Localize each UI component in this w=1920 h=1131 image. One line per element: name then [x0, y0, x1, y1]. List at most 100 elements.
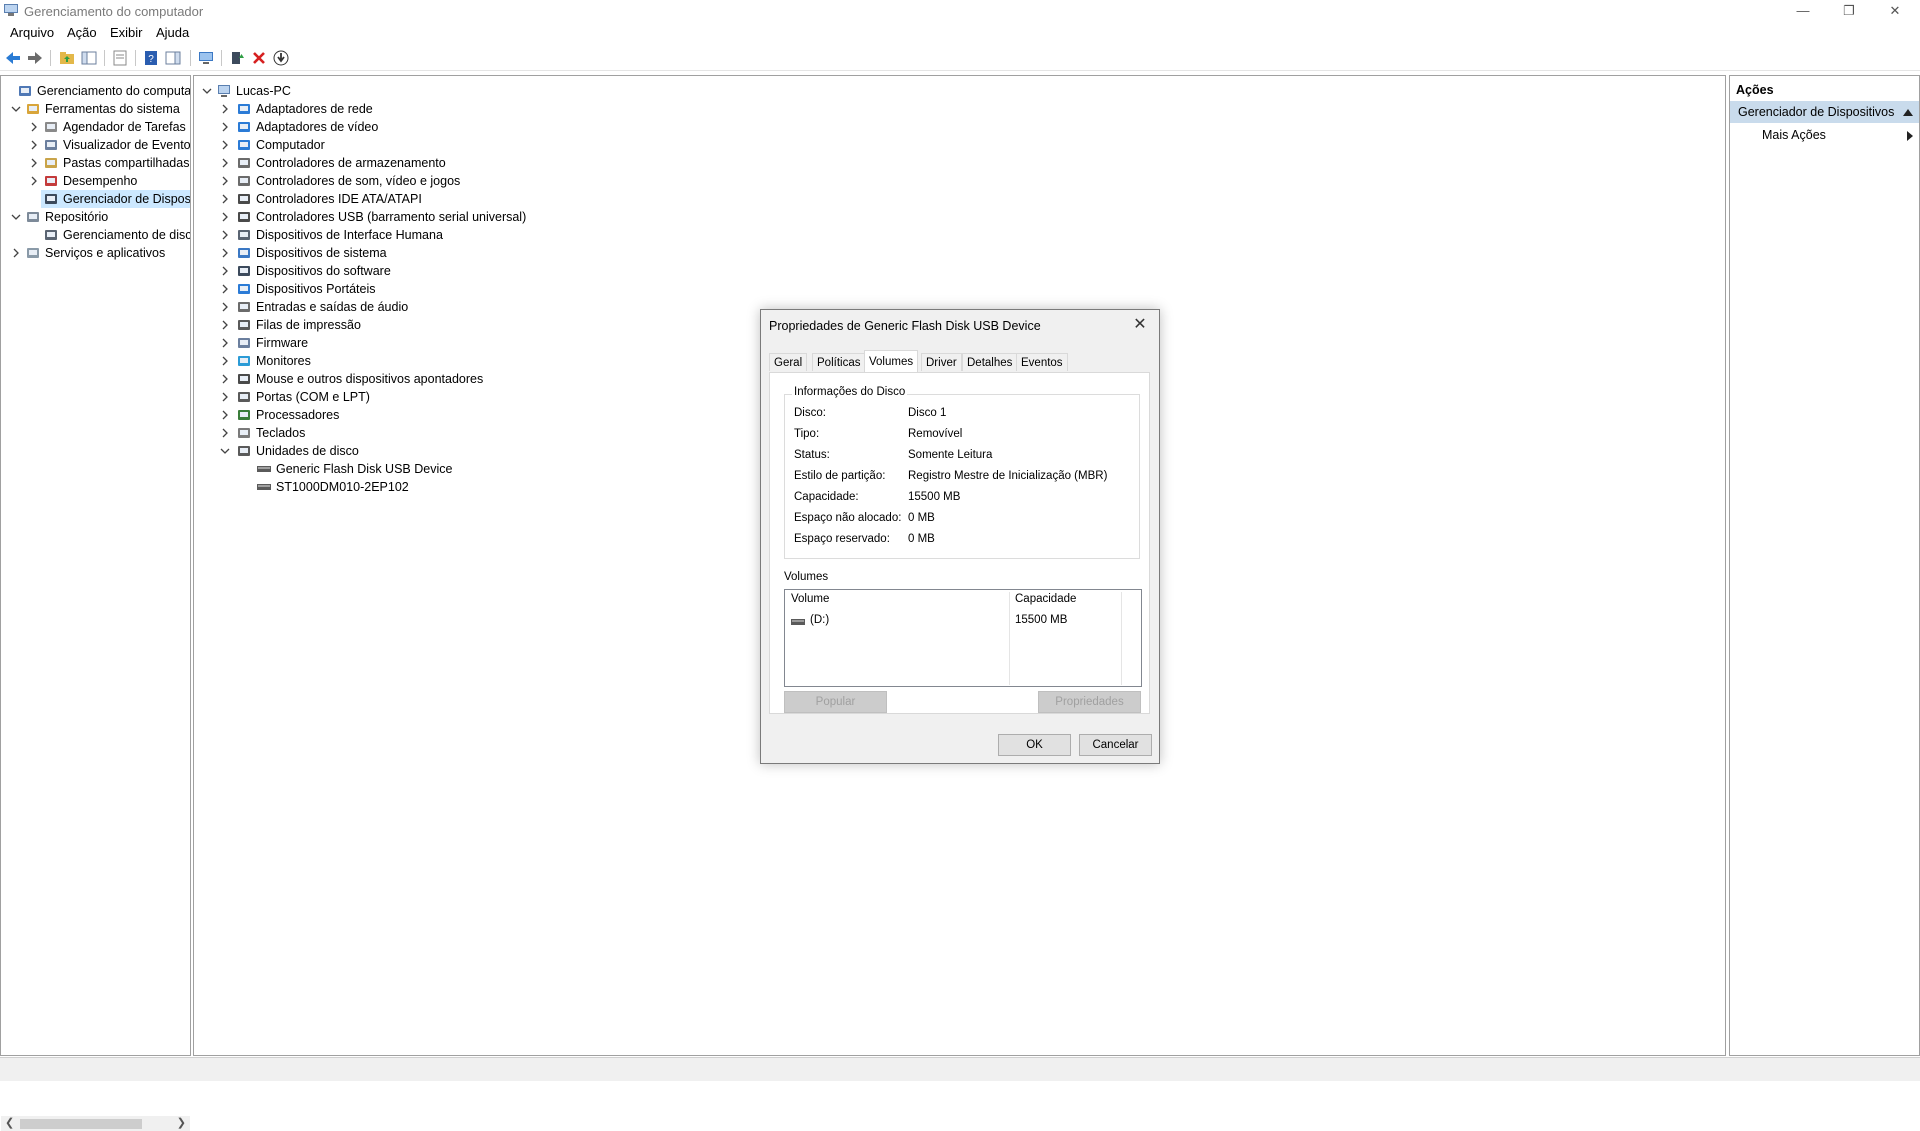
expand-right-icon[interactable] [220, 226, 230, 244]
left-tree-item[interactable]: Serviços e aplicativos [1, 244, 190, 262]
tab-driver[interactable]: Driver [921, 353, 962, 371]
expand-right-icon[interactable] [29, 154, 39, 172]
left-tree-item[interactable]: Gerenciamento de disco [1, 226, 190, 244]
properties-icon[interactable] [111, 49, 129, 67]
left-tree-item[interactable]: Desempenho [1, 172, 190, 190]
left-tree-item[interactable]: Pastas compartilhadas [1, 154, 190, 172]
folder-up-icon[interactable] [58, 49, 76, 67]
tab-geral[interactable]: Geral [769, 353, 808, 371]
tab-volumes[interactable]: Volumes [864, 350, 919, 372]
volumes-list[interactable]: Volume Capacidade (D:) 15500 MB [784, 589, 1142, 687]
expand-right-icon[interactable] [220, 208, 230, 226]
expand-right-icon[interactable] [220, 406, 230, 424]
monitor-scan-icon[interactable] [197, 49, 215, 67]
expand-right-icon[interactable] [220, 100, 230, 118]
expand-right-icon[interactable] [220, 280, 230, 298]
expand-right-icon[interactable] [220, 244, 230, 262]
left-tree-item[interactable]: Visualizador de Eventos [1, 136, 190, 154]
back-icon[interactable] [4, 49, 22, 67]
menu-ajuda[interactable]: Ajuda [156, 25, 189, 40]
download-icon[interactable] [272, 49, 290, 67]
actions-group-label: Gerenciador de Dispositivos [1738, 105, 1895, 119]
expand-right-icon[interactable] [220, 352, 230, 370]
forward-icon[interactable] [26, 49, 44, 67]
menu-bar: Arquivo Ação Exibir Ajuda [0, 22, 1920, 44]
action-pane-icon[interactable] [164, 49, 182, 67]
dialog-close-icon[interactable]: ✕ [1125, 312, 1155, 338]
device-category-label: Controladores USB (barramento serial uni… [256, 210, 527, 224]
device-category[interactable]: Controladores de som, vídeo e jogos [194, 172, 894, 190]
help-icon[interactable]: ? [142, 49, 160, 67]
update-driver-icon[interactable] [228, 49, 246, 67]
expand-right-icon[interactable] [220, 172, 230, 190]
device-category[interactable]: Controladores USB (barramento serial uni… [194, 208, 894, 226]
volume-name[interactable]: (D:) [810, 614, 829, 626]
expand-right-icon[interactable] [220, 118, 230, 136]
expand-down-icon[interactable] [220, 442, 230, 460]
uninstall-icon[interactable] [250, 49, 268, 67]
tab-politicas[interactable]: Políticas [812, 353, 866, 371]
actions-group-device-manager[interactable]: Gerenciador de Dispositivos [1730, 101, 1919, 123]
more-actions-item[interactable]: Mais Ações [1762, 128, 1826, 142]
device-category[interactable]: Dispositivos de sistema [194, 244, 894, 262]
expand-right-icon[interactable] [29, 136, 39, 154]
expand-right-icon[interactable] [220, 298, 230, 316]
populate-button[interactable]: Popular [784, 691, 887, 713]
expand-right-icon[interactable] [220, 370, 230, 388]
expand-right-icon[interactable] [220, 316, 230, 334]
menu-arquivo[interactable]: Arquivo [10, 25, 54, 40]
computer-icon [238, 140, 250, 150]
device-category[interactable]: Computador [194, 136, 894, 154]
collapse-up-icon[interactable] [1903, 108, 1913, 116]
tab-eventos[interactable]: Eventos [1016, 353, 1068, 371]
left-tree-item[interactable]: Repositório [1, 208, 190, 226]
device-tree-root[interactable]: Lucas-PC [194, 82, 794, 100]
expand-right-icon[interactable] [11, 244, 21, 262]
expand-right-icon[interactable] [220, 262, 230, 280]
cancel-button[interactable]: Cancelar [1079, 734, 1152, 756]
left-tree-item[interactable]: Gerenciamento do computador (Local) [1, 82, 190, 100]
left-tree-item[interactable]: Agendador de Tarefas [1, 118, 190, 136]
left-tree-item[interactable]: Gerenciador de Dispositivos [41, 190, 190, 208]
console-tree-icon[interactable] [80, 49, 98, 67]
volume-properties-button[interactable]: Propriedades [1038, 691, 1141, 713]
expand-right-icon[interactable] [220, 388, 230, 406]
expand-right-icon[interactable] [220, 154, 230, 172]
device-category[interactable]: Dispositivos de Interface Humana [194, 226, 894, 244]
expand-down-icon[interactable] [11, 208, 21, 226]
scroll-right-icon[interactable]: ❯ [177, 1116, 186, 1129]
device-category[interactable]: Dispositivos Portáteis [194, 280, 894, 298]
expand-right-icon[interactable] [29, 172, 39, 190]
toolbar-separator [104, 50, 105, 66]
expand-down-icon[interactable] [202, 82, 212, 100]
scroll-left-icon[interactable]: ❮ [5, 1116, 14, 1129]
scrollbar-thumb[interactable] [20, 1119, 142, 1129]
horizontal-scrollbar[interactable]: ❮ ❯ [1, 1116, 190, 1131]
column-header-volume[interactable]: Volume [791, 593, 829, 605]
expand-down-icon[interactable] [11, 100, 21, 118]
left-tree-item[interactable]: Ferramentas do sistema [1, 100, 190, 118]
disk-drive-icon [257, 484, 271, 490]
svg-text:?: ? [148, 54, 154, 65]
disk-info-label: Capacidade: [794, 491, 859, 503]
menu-acao[interactable]: Ação [67, 25, 97, 40]
expand-right-icon[interactable] [220, 334, 230, 352]
tab-detalhes[interactable]: Detalhes [962, 353, 1018, 371]
disk-drive-icon [238, 446, 250, 456]
expand-right-icon[interactable] [29, 118, 39, 136]
expand-right-icon[interactable] [220, 136, 230, 154]
expand-right-icon[interactable] [220, 190, 230, 208]
expand-right-icon[interactable] [220, 424, 230, 442]
close-window-button[interactable]: ✕ [1872, 0, 1918, 22]
device-category[interactable]: Controladores de armazenamento [194, 154, 894, 172]
device-category[interactable]: Adaptadores de rede [194, 100, 894, 118]
device-category[interactable]: Controladores IDE ATA/ATAPI [194, 190, 894, 208]
restore-button[interactable]: ❐ [1826, 0, 1872, 22]
device-category[interactable]: Dispositivos do software [194, 262, 894, 280]
device-category[interactable]: Adaptadores de vídeo [194, 118, 894, 136]
ok-button[interactable]: OK [998, 734, 1071, 756]
device-category-label: Dispositivos de sistema [256, 246, 387, 260]
menu-exibir[interactable]: Exibir [110, 25, 143, 40]
minimize-button[interactable]: — [1780, 0, 1826, 22]
column-header-capacity[interactable]: Capacidade [1015, 593, 1076, 605]
